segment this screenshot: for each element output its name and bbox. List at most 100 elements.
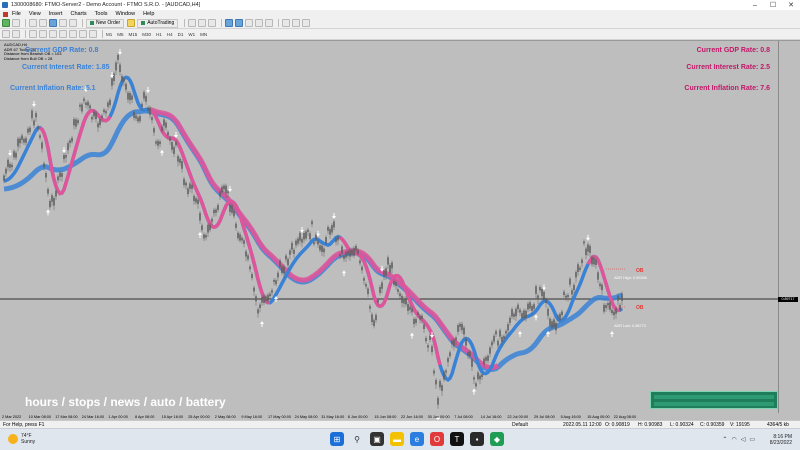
price-chart[interactable]: 0.952200.950050.947900.945750.943600.941…	[0, 40, 800, 420]
date-axis-label: 14 Jul 16:00	[481, 415, 502, 419]
menu-window[interactable]: Window	[116, 11, 136, 17]
candle-body	[67, 143, 69, 151]
menu-tools[interactable]: Tools	[95, 11, 108, 17]
tile-windows-icon[interactable]	[245, 19, 254, 27]
candle-body	[413, 318, 415, 325]
candle-body	[327, 226, 329, 231]
candle-body	[467, 352, 469, 356]
candle-body	[163, 119, 165, 126]
candle-body	[519, 309, 521, 313]
close-button[interactable]: ✕	[782, 0, 800, 10]
timeframe-m30[interactable]: M30	[142, 32, 151, 37]
chart-shift-icon[interactable]	[255, 19, 264, 27]
candle-body	[135, 115, 137, 119]
timeframe-mn[interactable]: MN	[200, 32, 207, 37]
minimize-button[interactable]: –	[746, 0, 764, 10]
battery-icon[interactable]: ▭	[749, 436, 755, 443]
timeframe-d1[interactable]: D1	[178, 32, 184, 37]
edge-icon[interactable]: e	[410, 432, 424, 446]
fibonacci-icon[interactable]	[69, 30, 77, 38]
chart-canvas[interactable]: 0.952200.950050.947900.945750.943600.941…	[0, 41, 800, 420]
price-scale[interactable]	[778, 41, 800, 413]
templates-icon[interactable]	[302, 19, 311, 27]
meta-editor-icon[interactable]	[127, 19, 136, 27]
volume-icon[interactable]: ◁	[741, 436, 746, 443]
wifi-icon[interactable]: ◠	[731, 436, 736, 443]
crosshair-icon[interactable]	[12, 30, 20, 38]
menu-help[interactable]: Help	[143, 11, 154, 17]
candlestick-icon[interactable]	[198, 19, 207, 27]
maximize-button[interactable]: ☐	[764, 0, 782, 10]
autoscroll-icon[interactable]	[265, 19, 274, 27]
profiles-icon[interactable]	[12, 19, 20, 27]
terminal-app-icon[interactable]: ▪	[470, 432, 484, 446]
candle-body	[129, 92, 131, 101]
weather-widget[interactable]: 74°F Sunny	[8, 433, 35, 445]
navigator-icon[interactable]	[49, 19, 57, 27]
candle-body	[573, 284, 575, 291]
timeframe-h1[interactable]: H1	[156, 32, 162, 37]
task-view-icon[interactable]: ▣	[370, 432, 384, 446]
candle-body	[17, 138, 19, 147]
new-chart-icon[interactable]	[2, 19, 10, 27]
data-window-icon[interactable]	[39, 19, 47, 27]
search-icon[interactable]: ⚲	[350, 432, 364, 446]
candle-body	[447, 358, 449, 363]
file-explorer-icon[interactable]: ▬	[390, 432, 404, 446]
standard-toolbar: New Order AutoTrading	[0, 18, 800, 29]
current-price-tag: 0.89717	[778, 297, 798, 302]
candle-body	[529, 302, 531, 309]
periods-icon[interactable]	[292, 19, 301, 27]
market-watch-icon[interactable]	[29, 19, 37, 27]
right-gdp-rate: Current GDP Rate: 0.8	[696, 47, 770, 54]
candle-body	[81, 104, 83, 112]
candle-body	[463, 327, 465, 335]
candle-body	[49, 200, 51, 208]
cursor-icon[interactable]	[2, 30, 10, 38]
zoom-in-icon[interactable]	[225, 19, 234, 27]
candle-body	[461, 323, 463, 331]
trendline-icon[interactable]	[49, 30, 57, 38]
indicators-icon[interactable]	[282, 19, 291, 27]
menu-charts[interactable]: Charts	[70, 11, 86, 17]
zoom-out-icon[interactable]	[235, 19, 244, 27]
vertical-line-icon[interactable]	[29, 30, 37, 38]
start-icon[interactable]: ⊞	[330, 432, 344, 446]
menu-view[interactable]: View	[29, 11, 41, 17]
candle-body	[373, 320, 375, 327]
bar-low: L: 0.90324	[670, 421, 694, 428]
channel-icon[interactable]	[59, 30, 67, 38]
line-chart-icon[interactable]	[208, 19, 217, 27]
candle-body	[459, 323, 461, 327]
clock[interactable]: 8:16 PM 8/23/2022	[770, 434, 792, 446]
candle-body	[73, 119, 75, 126]
timeframe-m15[interactable]: M15	[129, 32, 138, 37]
timeframe-h4[interactable]: H4	[167, 32, 173, 37]
auto-trading-icon	[141, 21, 146, 25]
timeframe-m5[interactable]: M5	[117, 32, 123, 37]
horizontal-line-icon[interactable]	[39, 30, 47, 38]
opera-icon[interactable]: O	[430, 432, 444, 446]
auto-trading-button[interactable]: AutoTrading	[137, 18, 179, 28]
bar-close: C: 0.90359	[700, 421, 725, 428]
chevron-up-icon[interactable]: ⌃	[722, 436, 727, 443]
timeframe-w1[interactable]: W1	[188, 32, 195, 37]
menu-file[interactable]: File	[12, 11, 21, 17]
strategy-tester-icon[interactable]	[69, 19, 77, 27]
menu-insert[interactable]: Insert	[49, 11, 63, 17]
bar-open: O: 0.90819	[605, 421, 630, 428]
buy-arrow-icon	[46, 209, 50, 216]
terminal-icon[interactable]	[59, 19, 67, 27]
candle-body	[109, 99, 111, 106]
tradingview-icon[interactable]: T	[450, 432, 464, 446]
dashboard-row	[654, 394, 774, 399]
status-watermark: hours / stops / news / auto / battery	[25, 395, 226, 409]
metatrader-icon[interactable]: ◆	[490, 432, 504, 446]
sell-arrow-icon	[586, 234, 590, 241]
label-icon[interactable]	[89, 30, 97, 38]
new-order-button[interactable]: New Order	[86, 18, 125, 28]
text-icon[interactable]	[79, 30, 87, 38]
timeframe-m1[interactable]: M1	[106, 32, 112, 37]
bar-chart-icon[interactable]	[188, 19, 197, 27]
toolbar-separator	[25, 30, 26, 38]
